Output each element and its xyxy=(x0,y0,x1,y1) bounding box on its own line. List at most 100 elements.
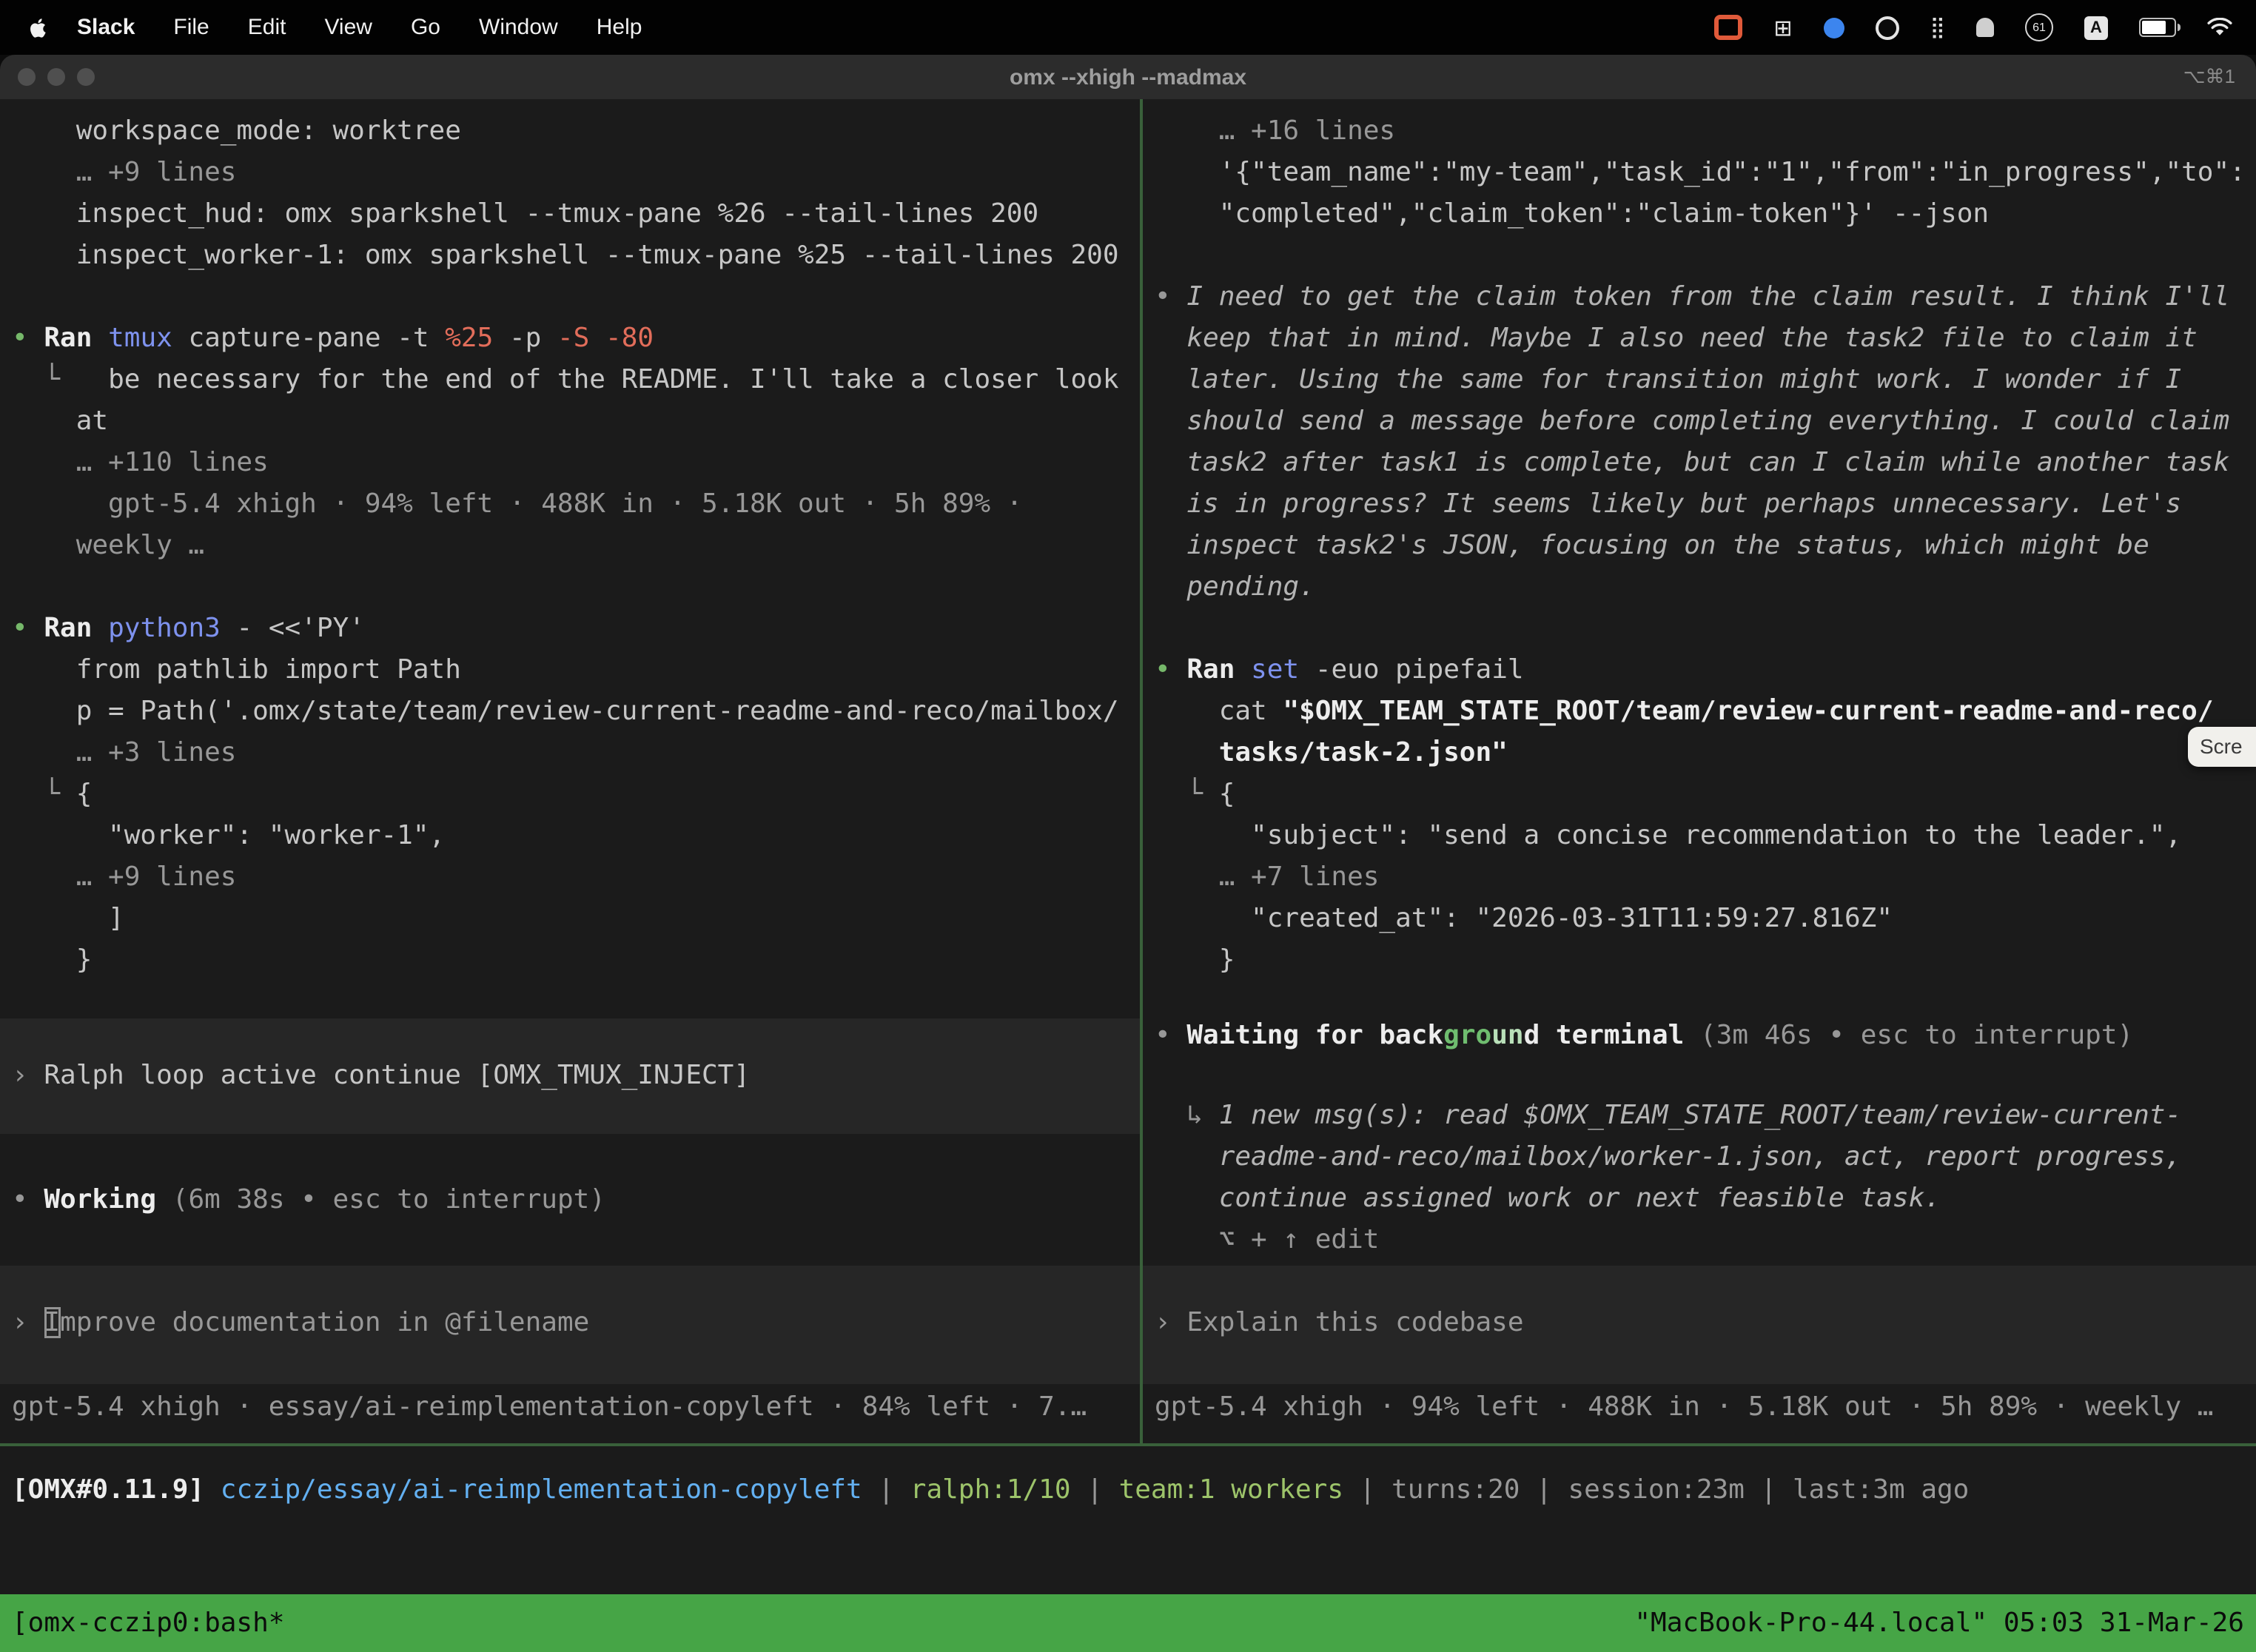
text-segment: inspect_hud: omx sparkshell --tmux-pane … xyxy=(12,198,1038,229)
blue-app-status-icon[interactable] xyxy=(1823,17,1844,38)
dark-app-status-icon[interactable] xyxy=(1875,16,1899,39)
text-segment: | xyxy=(1520,1474,1568,1505)
text-segment: un xyxy=(1491,1020,1523,1051)
text-segment: } xyxy=(12,944,92,976)
window-title-bar[interactable]: omx --xhigh --madmax ⌥⌘1 xyxy=(0,55,2256,99)
terminal-line: workspace_mode: worktree xyxy=(12,111,1140,152)
text-segment: } xyxy=(1155,944,1235,976)
right-pane-footer: gpt-5.4 xhigh · 94% left · 488K in · 5.1… xyxy=(1143,1387,2256,1428)
window-shortcut-hint: ⌥⌘1 xyxy=(2183,65,2235,89)
screen-recording-indicator-icon[interactable] xyxy=(1714,15,1742,40)
tmux-host-clock: "MacBook-Pro-44.local" 05:03 31-Mar-26 xyxy=(1634,1608,2244,1639)
terminal-line: "completed","claim_token":"claim-token"}… xyxy=(1155,194,2256,235)
text-segment: -S xyxy=(557,323,605,354)
terminal-line: "created_at": "2026-03-31T11:59:27.816Z" xyxy=(1155,899,2256,940)
text-segment: Ran xyxy=(1186,654,1251,685)
terminal-line: └ { xyxy=(1155,774,2256,816)
terminal-line: continue assigned work or next feasible … xyxy=(1155,1178,2256,1220)
terminal-line xyxy=(1155,608,2256,650)
input-source-icon[interactable]: A xyxy=(2084,16,2108,39)
text-segment: "worker": "worker-1", xyxy=(12,820,445,851)
text-cursor: I xyxy=(44,1307,60,1338)
text-segment: inspect_worker-1: omx sparkshell --tmux-… xyxy=(12,240,1119,271)
text-segment: -euo pipefail xyxy=(1315,654,1524,685)
text-segment: capture-pane -t xyxy=(188,323,445,354)
terminal-line: at xyxy=(12,401,1140,443)
battery-icon[interactable] xyxy=(2139,18,2176,37)
text-segment: 1 new msg(s): read $OMX_TEAM_STATE_ROOT/… xyxy=(1219,1100,2181,1131)
text-segment: "completed","claim_token":"claim-token"}… xyxy=(1155,198,1989,229)
terminal-line: gpt-5.4 xhigh · 94% left · 488K in · 5.1… xyxy=(12,484,1140,526)
terminal-line: gpt-5.4 xhigh · 94% left · 488K in · 5.1… xyxy=(1155,1387,2256,1428)
text-segment: gpt-5.4 xhigh · essay/ai-reimplementatio… xyxy=(12,1391,1087,1423)
terminal-line: } xyxy=(1155,940,2256,981)
menu-bar-status-area: ⊞ ⣿ 61 A xyxy=(1714,13,2256,41)
pane-divider-vertical[interactable] xyxy=(1140,99,1143,1443)
text-segment: pending. xyxy=(1155,571,1315,602)
terminal-line: should send a message before completing … xyxy=(1155,401,2256,443)
badge-61-icon[interactable]: 61 xyxy=(2025,13,2053,41)
terminal-line: … +16 lines xyxy=(1155,111,2256,152)
text-segment: • xyxy=(1155,1020,1186,1051)
menu-item-app[interactable]: Slack xyxy=(58,15,154,40)
terminal-line: pending. xyxy=(1155,567,2256,608)
terminal-pane-left[interactable]: workspace_mode: worktree … +9 lines insp… xyxy=(0,99,1140,1652)
terminal-line: • Ran set -euo pipefail xyxy=(1155,650,2256,691)
terminal-line: later. Using the same for transition mig… xyxy=(1155,360,2256,401)
terminal-line: … +7 lines xyxy=(1155,857,2256,899)
text-segment: cat xyxy=(1155,696,1283,727)
terminal-line xyxy=(1155,235,2256,277)
text-segment: [OMX#0.11.9] xyxy=(12,1474,221,1505)
text-segment: Ralph loop active continue [OMX_TMUX_INJ… xyxy=(44,1060,750,1091)
text-segment: "created_at": "2026-03-31T11:59:27.816Z" xyxy=(1155,903,1893,934)
terminal-line: • Working (6m 38s • esc to interrupt) xyxy=(12,1180,1140,1221)
terminal-line: from pathlib import Path xyxy=(12,650,1140,691)
menu-item-file[interactable]: File xyxy=(154,15,228,40)
text-segment: cczip/essay/ai-reimplementation-copyleft xyxy=(221,1474,862,1505)
terminal-line: keep that in mind. Maybe I also need the… xyxy=(1155,318,2256,360)
working-status-line: • Working (6m 38s • esc to interrupt) xyxy=(0,1180,1140,1221)
wifi-icon[interactable] xyxy=(2207,18,2232,37)
terminal-line: • Ran tmux capture-pane -t %25 -p -S -80 xyxy=(12,318,1140,360)
dots-grid-icon[interactable]: ⣿ xyxy=(1930,16,1945,39)
apple-menu-icon[interactable] xyxy=(30,16,49,39)
text-segment: - <<'PY' xyxy=(237,613,365,644)
menu-item-help[interactable]: Help xyxy=(577,15,662,40)
text-segment: Waiting for back xyxy=(1186,1020,1443,1051)
prompt-input-right[interactable]: › Explain this codebase xyxy=(1143,1266,2256,1384)
text-segment: continue assigned work or next feasible … xyxy=(1155,1183,1941,1214)
text-segment: … +7 lines xyxy=(1155,862,1379,893)
text-segment: keep that in mind. Maybe I also need the… xyxy=(1155,323,2198,354)
menu-bar: Slack File Edit View Go Window Help ⊞ ⣿ … xyxy=(0,0,2256,55)
text-segment: | xyxy=(1745,1474,1793,1505)
text-segment: Ran xyxy=(44,613,108,644)
text-segment: session:23m xyxy=(1568,1474,1744,1505)
text-segment: task2 after task1 is complete, but can I… xyxy=(1155,447,2229,478)
terminal-line: └ { xyxy=(12,774,1140,816)
terminal-line: } xyxy=(12,940,1140,981)
tmux-session-label[interactable]: [omx-cczip0:bash* xyxy=(12,1608,284,1639)
floating-window-fragment[interactable]: Scre xyxy=(2188,727,2256,767)
menu-item-view[interactable]: View xyxy=(305,15,392,40)
terminal-pane-right[interactable]: … +16 lines '{"team_name":"my-team","tas… xyxy=(1143,99,2256,1652)
left-pane-footer: gpt-5.4 xhigh · essay/ai-reimplementatio… xyxy=(0,1387,1140,1428)
text-segment: is in progress? It seems likely but perh… xyxy=(1155,488,2181,520)
text-segment: … +16 lines xyxy=(1155,115,1395,147)
text-segment: at xyxy=(12,406,108,437)
terminal-line: • Waiting for background terminal (3m 46… xyxy=(1155,1015,2256,1057)
terminal-line: inspect_worker-1: omx sparkshell --tmux-… xyxy=(12,235,1140,277)
text-segment: ↳ xyxy=(1155,1100,1219,1131)
text-segment: mprove documentation in @filename xyxy=(60,1307,589,1338)
prompt-input-left[interactable]: › Improve documentation in @filename xyxy=(0,1266,1140,1384)
text-segment: › xyxy=(12,1060,44,1091)
text-segment: python3 xyxy=(108,613,236,644)
terminal-line: task2 after task1 is complete, but can I… xyxy=(1155,443,2256,484)
keyboard-grid-icon[interactable]: ⊞ xyxy=(1773,14,1792,41)
terminal-line xyxy=(12,567,1140,608)
menu-item-go[interactable]: Go xyxy=(392,15,460,40)
text-segment: • xyxy=(12,1184,44,1215)
menu-item-window[interactable]: Window xyxy=(460,15,577,40)
menu-item-edit[interactable]: Edit xyxy=(229,15,306,40)
text-segment: … +3 lines xyxy=(12,737,236,768)
ghost-app-icon[interactable] xyxy=(1976,18,1994,37)
